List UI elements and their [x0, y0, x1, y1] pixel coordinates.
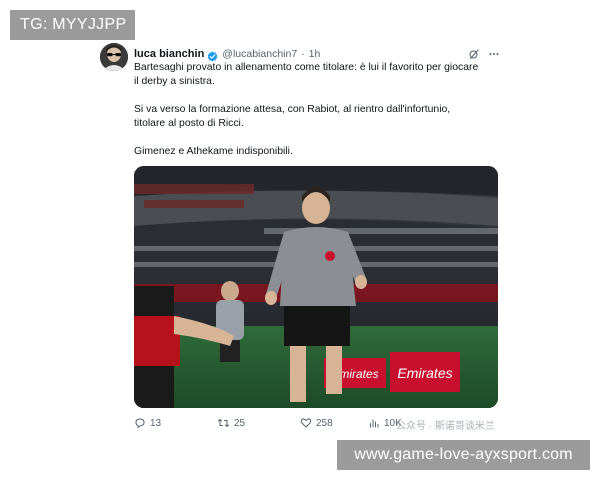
like-icon: [300, 417, 312, 429]
media-board-right-text: Emirates: [397, 365, 452, 381]
bottom-right-overlay-label: www.game-love-ayxsport.com: [337, 440, 590, 470]
display-name[interactable]: luca bianchin: [134, 48, 204, 60]
verified-badge-icon: [207, 49, 218, 62]
user-handle[interactable]: @lucabianchin7: [222, 48, 297, 60]
reply-button[interactable]: 13: [134, 417, 161, 429]
like-button[interactable]: 258: [300, 417, 333, 429]
avatar[interactable]: [100, 43, 128, 71]
tweet-media-photo[interactable]: Emirates Emirates: [134, 166, 498, 408]
tweet-paragraph: Si va verso la formazione attesa, con Ra…: [134, 104, 451, 129]
grok-icon[interactable]: [468, 48, 480, 60]
top-left-overlay-label: TG: MYYJJPP: [10, 10, 135, 40]
reply-icon: [134, 417, 146, 429]
tweet-paragraph: Bartesaghi provato in allenamento come t…: [134, 62, 479, 87]
tweet-actions: 13 25 258 10K 公众号 · 斯诺哥谈米兰: [134, 417, 504, 433]
more-icon[interactable]: [488, 48, 500, 60]
tweet-paragraph: Gimenez e Athekame indisponibili.: [134, 146, 293, 157]
source-watermark: 公众号 · 斯诺哥谈米兰: [396, 421, 495, 432]
tweet-text: Bartesaghi provato in allenamento come t…: [134, 61, 504, 173]
header-separator: ·: [301, 48, 305, 60]
tweet-time[interactable]: 1h: [309, 48, 321, 60]
reply-count: 13: [150, 417, 162, 429]
repost-count: 25: [234, 417, 246, 429]
like-count: 258: [316, 417, 333, 429]
repost-icon: [217, 417, 230, 429]
repost-button[interactable]: 25: [217, 417, 245, 429]
views-icon: [368, 417, 380, 429]
